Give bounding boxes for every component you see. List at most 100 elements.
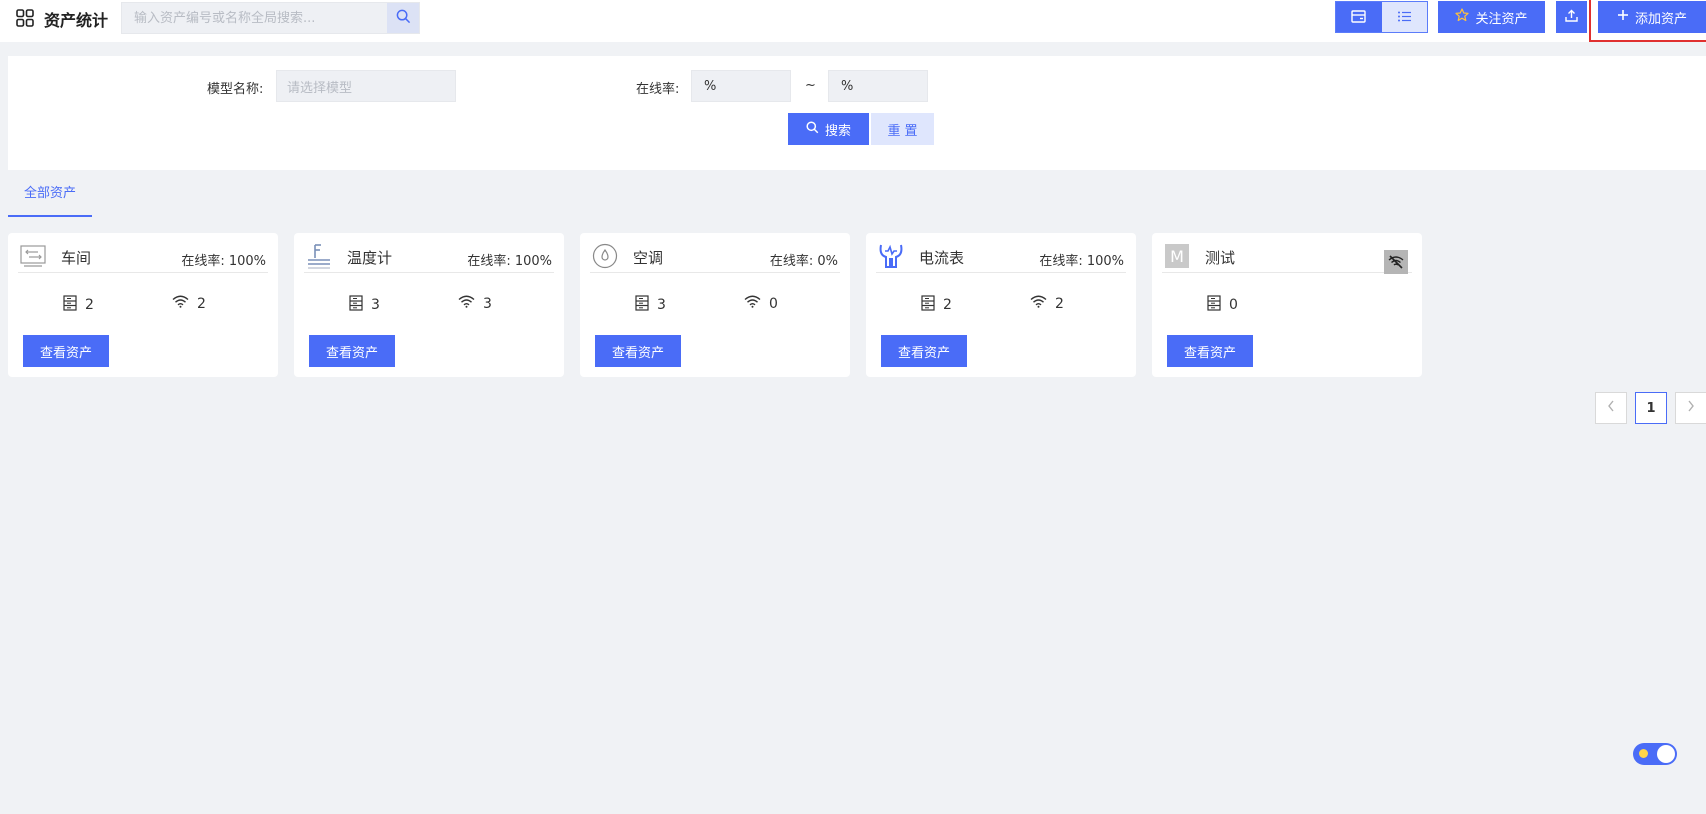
list-view-icon — [1397, 8, 1412, 27]
device-icon — [349, 295, 363, 315]
wifi-off-icon — [1384, 250, 1408, 274]
model-select[interactable]: 请选择模型 — [276, 70, 456, 102]
online-count-stat: 2 — [172, 295, 206, 312]
view-assets-label: 查看资产 — [39, 345, 92, 361]
asset-card-name: 温度计 — [347, 249, 393, 267]
device-icon — [1207, 295, 1221, 315]
asset-card-online-rate: 在线率: 100% — [467, 254, 552, 269]
view-assets-button[interactable]: 查看资产 — [1167, 335, 1253, 367]
view-assets-button[interactable]: 查看资产 — [595, 335, 681, 367]
filter-panel: 模型名称: 请选择模型 在线率: % ~ % 搜索 重置 — [8, 56, 1706, 170]
asset-card-header: M 测试 — [1162, 243, 1412, 274]
top-bar: 资产统计 关注资产 — [0, 0, 1706, 42]
star-icon — [1455, 8, 1470, 26]
page-title: 资产统计 — [44, 11, 109, 30]
upload-button[interactable] — [1556, 1, 1587, 33]
search-icon — [396, 9, 411, 28]
view-assets-button[interactable]: 查看资产 — [23, 335, 109, 367]
plus-icon — [1617, 9, 1629, 25]
page-number-button[interactable]: 1 — [1635, 392, 1667, 424]
asset-card-online-rate: 在线率: 100% — [1039, 254, 1124, 269]
workshop-icon — [20, 243, 46, 269]
asset-card: 温度计 在线率: 100% 3 3 查看资产 — [294, 233, 564, 377]
device-count: 0 — [1229, 297, 1238, 313]
global-search-button[interactable] — [387, 3, 419, 33]
search-button[interactable]: 搜索 — [788, 113, 869, 145]
tab-all-assets-label: 全部资产 — [23, 186, 76, 201]
online-count: 0 — [769, 295, 778, 312]
device-icon — [635, 295, 649, 315]
view-assets-label: 查看资产 — [611, 345, 664, 361]
online-rate-min-input[interactable]: % — [691, 70, 791, 102]
view-mode-toggle — [1335, 1, 1428, 33]
global-search — [121, 2, 420, 34]
online-rate-label: 在线率: — [636, 82, 680, 97]
asset-card: M 测试 0 查看资产 — [1152, 233, 1422, 377]
prev-page-button[interactable] — [1595, 392, 1627, 424]
add-asset-button[interactable]: 添加资产 — [1598, 1, 1706, 33]
view-assets-label: 查看资产 — [1183, 345, 1236, 361]
tab-all-assets[interactable]: 全部资产 — [8, 180, 92, 217]
online-count: 2 — [197, 295, 206, 312]
reset-button-label: 重置 — [887, 123, 922, 139]
asset-card-header: 电流表 在线率: 100% — [876, 243, 1126, 273]
asset-card-header: 空调 在线率: 0% — [590, 243, 840, 273]
search-icon — [806, 120, 819, 138]
view-assets-button[interactable]: 查看资产 — [881, 335, 967, 367]
device-count: 3 — [657, 297, 666, 313]
device-count: 3 — [371, 297, 380, 313]
device-icon — [63, 295, 77, 315]
device-count-stat: 2 — [921, 295, 952, 315]
search-button-label: 搜索 — [824, 123, 851, 139]
theme-toggle[interactable] — [1633, 743, 1677, 765]
asset-card-name: 空调 — [633, 249, 664, 267]
online-rate-max-input[interactable]: % — [828, 70, 928, 102]
toggle-knob — [1657, 745, 1675, 763]
grid-apps-icon — [16, 9, 34, 27]
thermometer-icon — [306, 243, 332, 269]
device-count-stat: 2 — [63, 295, 94, 315]
follow-assets-button[interactable]: 关注资产 — [1438, 1, 1545, 33]
card-view-button[interactable] — [1336, 2, 1382, 32]
follow-assets-label: 关注资产 — [1475, 11, 1528, 27]
asset-card: 空调 在线率: 0% 3 0 查看资产 — [580, 233, 850, 377]
asset-card-online-rate: 在线率: 0% — [769, 254, 838, 269]
asset-card: 车间 在线率: 100% 2 2 查看资产 — [8, 233, 278, 377]
asset-card-online-rate: 在线率: 100% — [181, 254, 266, 269]
page-number: 1 — [1646, 400, 1656, 416]
card-view-icon — [1351, 8, 1366, 27]
view-assets-label: 查看资产 — [325, 345, 378, 361]
online-count: 3 — [483, 295, 492, 312]
ammeter-icon — [878, 243, 904, 269]
next-page-button[interactable] — [1675, 392, 1706, 424]
online-count-stat: 3 — [458, 295, 492, 312]
online-rate-max-unit: % — [841, 78, 854, 94]
online-count-stat: 2 — [1030, 295, 1064, 312]
asset-card: 电流表 在线率: 100% 2 2 查看资产 — [866, 233, 1136, 377]
list-view-button[interactable] — [1381, 2, 1427, 32]
chevron-left-icon — [1607, 400, 1615, 416]
device-count-stat: 3 — [349, 295, 380, 315]
asset-card-name: 电流表 — [919, 249, 965, 267]
asset-card-name: 车间 — [61, 249, 92, 267]
online-count-stat: 0 — [744, 295, 778, 312]
reset-button[interactable]: 重置 — [871, 113, 934, 145]
global-search-input[interactable] — [122, 3, 388, 33]
device-count-stat: 0 — [1207, 295, 1238, 315]
air-conditioner-icon — [592, 243, 618, 269]
view-assets-label: 查看资产 — [897, 345, 950, 361]
asset-card-header: 温度计 在线率: 100% — [304, 243, 554, 273]
sun-icon — [1639, 749, 1648, 758]
upload-icon — [1565, 9, 1578, 26]
wifi-icon — [744, 295, 761, 312]
model-select-placeholder: 请选择模型 — [287, 80, 353, 96]
add-asset-label: 添加资产 — [1634, 11, 1687, 27]
view-assets-button[interactable]: 查看资产 — [309, 335, 395, 367]
wifi-icon — [458, 295, 475, 312]
wifi-icon — [1030, 295, 1047, 312]
online-count: 2 — [1055, 295, 1064, 312]
m-letter-icon: M — [1164, 243, 1190, 269]
asset-card-name: 测试 — [1205, 249, 1236, 267]
range-separator: ~ — [805, 78, 816, 93]
chevron-right-icon — [1687, 400, 1695, 416]
